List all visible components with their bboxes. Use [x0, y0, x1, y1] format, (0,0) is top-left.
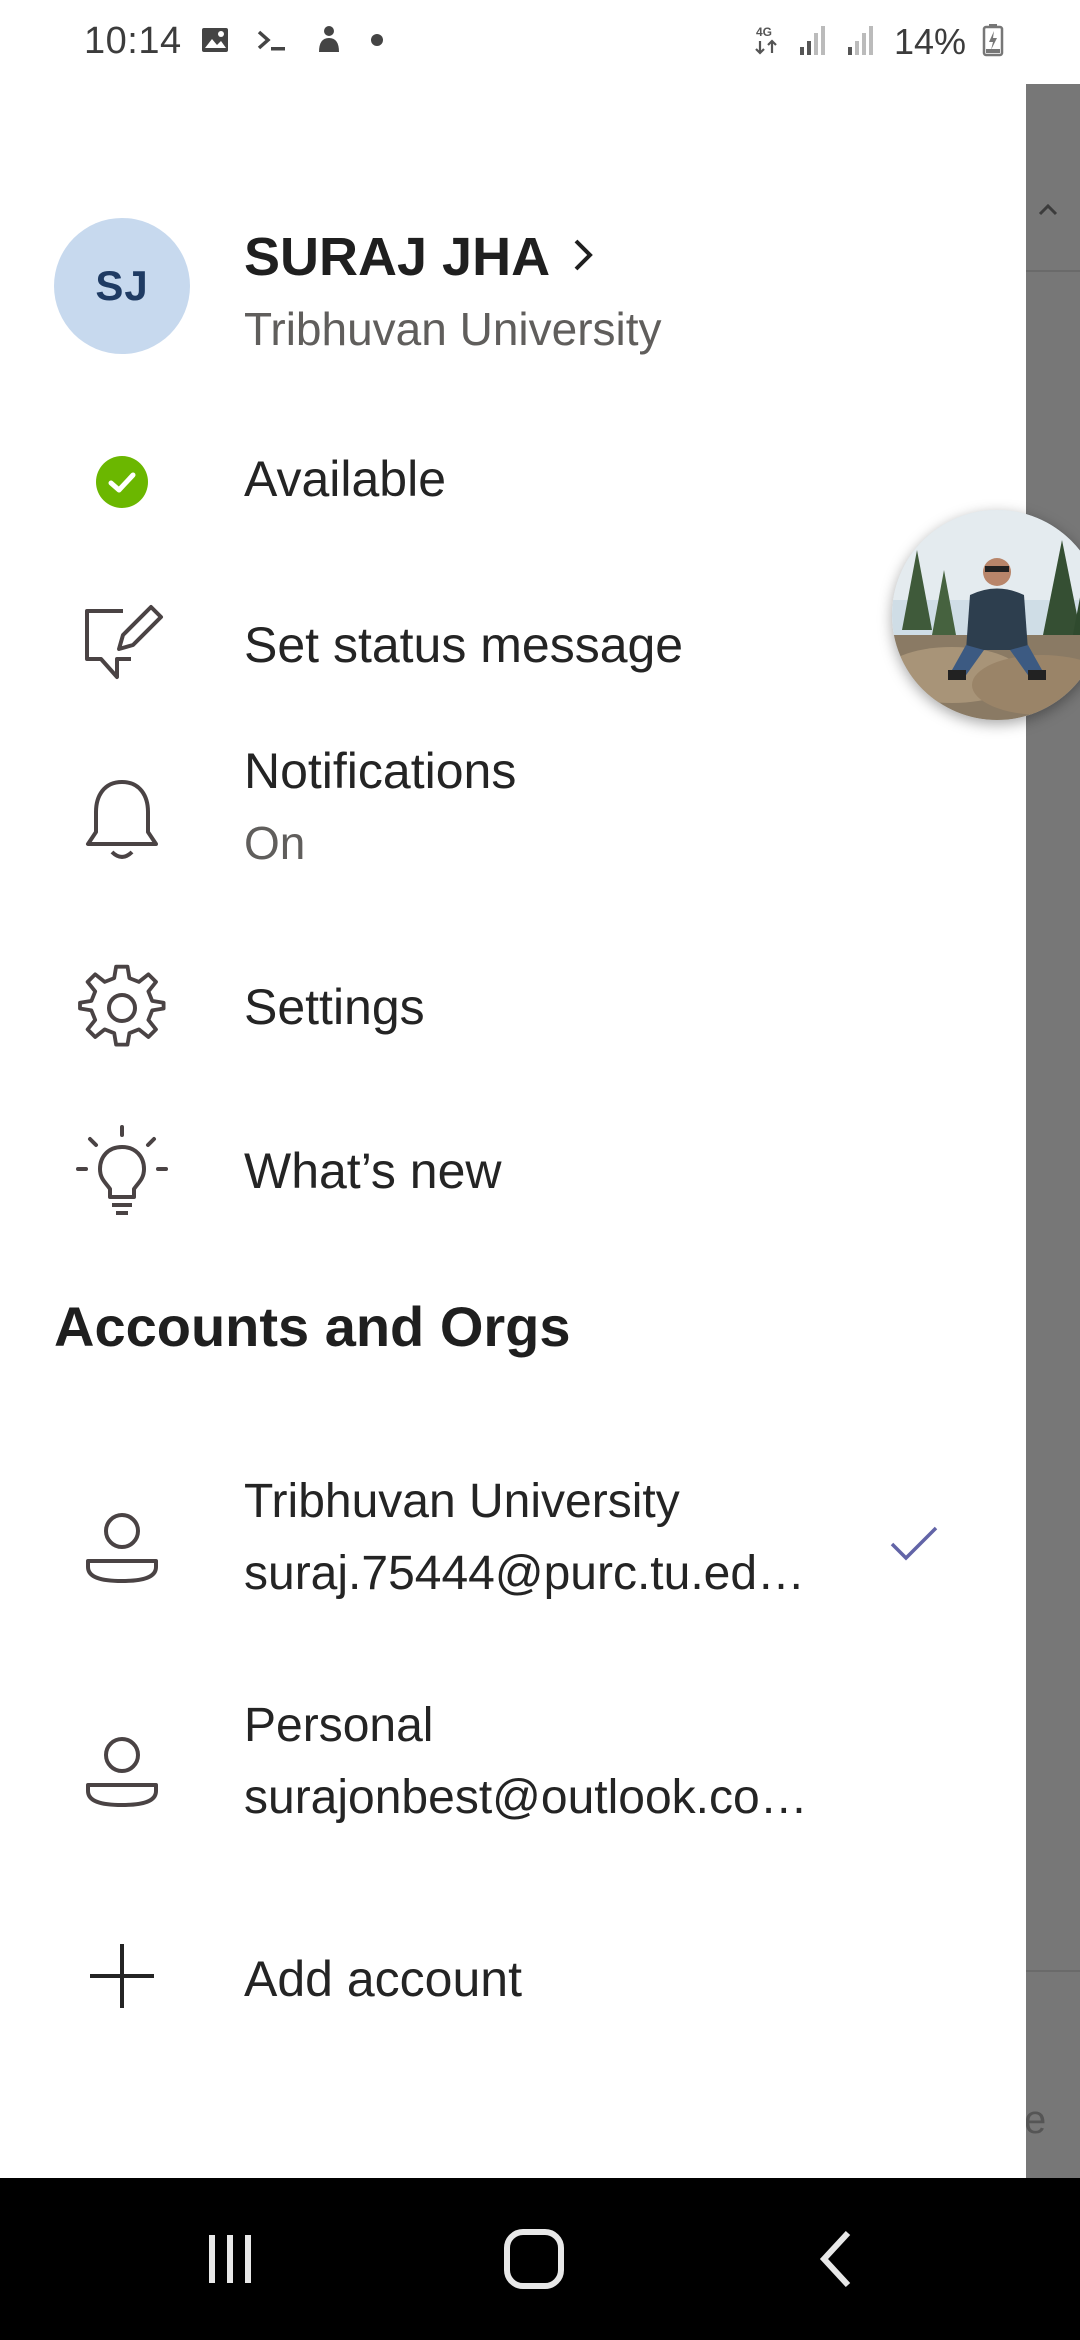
background-text-fragment: e	[1024, 2098, 1047, 2142]
notifications-item[interactable]: Notifications On	[0, 734, 1026, 904]
status-notification-icons	[200, 22, 384, 62]
background-chevron-icon	[1026, 190, 1080, 230]
settings-label: Settings	[244, 979, 425, 1035]
background-divider	[1026, 1970, 1080, 1972]
account-item[interactable]: Tribhuvan University suraj.75444@purc.tu…	[0, 1464, 1026, 1634]
profile-name: SURAJ JHA	[244, 227, 551, 287]
background-divider	[1026, 270, 1080, 272]
plus-icon	[70, 1926, 174, 2026]
drawer-scrim[interactable]	[1026, 84, 1080, 2178]
account-title: Personal	[244, 1699, 434, 1752]
whats-new-item[interactable]: What’s new	[0, 1106, 1026, 1236]
avatar[interactable]: SJ	[54, 218, 190, 354]
set-status-message-item[interactable]: Set status message	[0, 584, 1026, 704]
profile-name-row[interactable]: SURAJ JHA	[244, 226, 598, 288]
network-4g-icon: 4G	[754, 23, 782, 62]
status-bar: 10:14 4G 14%	[0, 0, 1080, 84]
accounts-section-title: Accounts and Orgs	[54, 1295, 571, 1358]
account-item[interactable]: Personal surajonbest@outlook.co…	[0, 1688, 1026, 1858]
svg-text:4G: 4G	[756, 25, 772, 39]
back-button[interactable]	[736, 2178, 936, 2340]
person-icon	[70, 1718, 174, 1828]
gear-icon	[70, 958, 174, 1058]
gallery-icon	[200, 25, 230, 60]
more-dot-icon	[370, 33, 384, 52]
add-account-item[interactable]: Add account	[0, 1914, 1026, 2044]
status-available-item[interactable]: Available	[0, 426, 1026, 536]
settings-item[interactable]: Settings	[0, 944, 1026, 1074]
notifications-label: Notifications	[244, 743, 517, 799]
bell-icon	[70, 764, 174, 874]
whats-new-label: What’s new	[244, 1143, 502, 1199]
battery-charging-icon	[982, 23, 1004, 62]
edit-message-icon	[70, 594, 174, 694]
back-icon	[819, 2230, 851, 2288]
terminal-icon	[256, 25, 288, 60]
app-notification-icon	[314, 24, 344, 61]
status-time: 10:14	[84, 20, 182, 62]
system-nav-bar	[0, 2178, 1080, 2340]
lightbulb-icon	[70, 1116, 174, 1226]
account-drawer: SJ SURAJ JHA Tribhuvan University Availa…	[0, 84, 1026, 2178]
screen: 10:14 4G 14% e SJ SURAJ JHA Tribhuvan Un…	[0, 0, 1080, 2340]
account-title: Tribhuvan University	[244, 1475, 680, 1528]
recent-apps-button[interactable]	[130, 2178, 330, 2340]
status-system-icons: 4G 14%	[754, 18, 1004, 66]
person-icon	[70, 1494, 174, 1604]
profile-header[interactable]: SJ SURAJ JHA Tribhuvan University	[54, 218, 1014, 368]
available-label: Available	[244, 451, 447, 507]
home-button[interactable]	[434, 2178, 634, 2340]
profile-org: Tribhuvan University	[244, 303, 662, 355]
checkmark-icon	[888, 1524, 940, 1569]
signal-icon-secondary	[846, 23, 878, 62]
battery-percentage: 14%	[893, 21, 966, 62]
set-status-label: Set status message	[244, 617, 684, 673]
notifications-state: On	[244, 817, 306, 869]
home-icon	[504, 2229, 564, 2289]
recent-apps-icon	[209, 2235, 251, 2283]
account-email: suraj.75444@purc.tu.ed…	[244, 1547, 806, 1600]
account-email: surajonbest@outlook.co…	[244, 1771, 808, 1824]
chevron-right-icon	[568, 231, 598, 284]
available-status-icon	[70, 454, 174, 510]
signal-icon	[798, 23, 830, 62]
add-account-label: Add account	[244, 1951, 522, 2007]
